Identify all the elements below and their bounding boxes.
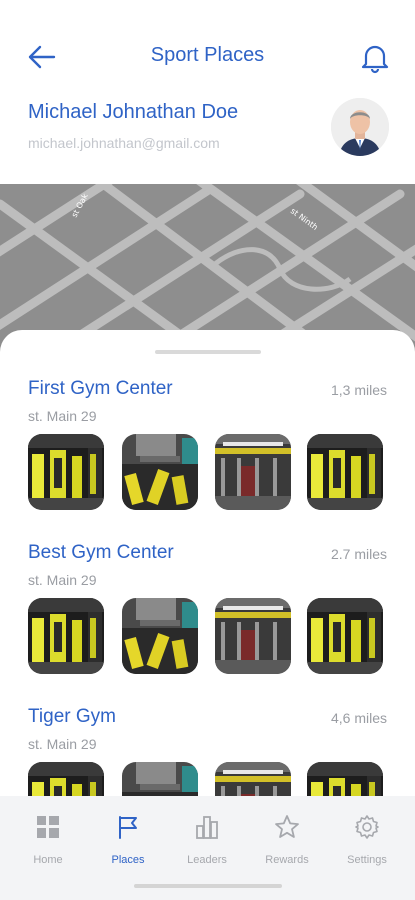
gym-photo[interactable] (122, 434, 198, 510)
tab-label: Places (111, 854, 145, 866)
star-icon (275, 815, 299, 838)
tab-settings[interactable]: Settings (327, 814, 407, 874)
gym-photo[interactable] (307, 598, 383, 674)
map-view[interactable]: st Oak st Ninth (0, 184, 415, 354)
tab-label: Settings (347, 854, 387, 866)
tab-label: Rewards (265, 854, 309, 866)
sheet-drag-handle[interactable] (155, 350, 261, 354)
place-distance: 1,3 miles (330, 382, 387, 398)
user-email: michael.johnathan@gmail.com (28, 135, 220, 151)
tab-rewards[interactable]: Rewards (247, 814, 327, 874)
gym-photo[interactable] (215, 598, 291, 674)
place-name[interactable]: Best Gym Center (28, 542, 174, 564)
tab-places[interactable]: Places (88, 814, 168, 874)
gym-photo[interactable] (215, 434, 291, 510)
place-name[interactable]: Tiger Gym (28, 706, 116, 728)
bell-icon[interactable] (360, 42, 390, 74)
tab-label: Home (33, 854, 63, 866)
place-card[interactable]: First Gym Center 1,3 miles st. Main 29 (0, 378, 415, 543)
gym-photo[interactable] (307, 434, 383, 510)
page-title: Sport Places (150, 44, 265, 66)
place-address: st. Main 29 (28, 572, 97, 588)
gym-photo[interactable] (28, 598, 104, 674)
place-card[interactable]: Best Gym Center 2.7 miles st. Main 29 (0, 542, 415, 707)
place-name[interactable]: First Gym Center (28, 378, 173, 400)
place-photo-gallery (28, 598, 387, 674)
place-distance: 2.7 miles (330, 546, 387, 562)
home-indicator (134, 884, 282, 888)
flag-icon (119, 816, 137, 839)
place-distance: 4,6 miles (330, 710, 387, 726)
user-name: Michael Johnathan Doe (28, 101, 239, 123)
app-header: Sport Places Michael Johnathan Doe micha… (0, 0, 415, 184)
grid-icon (37, 816, 59, 838)
tab-home[interactable]: Home (8, 814, 88, 874)
gym-photo[interactable] (122, 598, 198, 674)
tab-leaders[interactable]: Leaders (167, 814, 247, 874)
gear-icon (355, 815, 379, 839)
gym-photo[interactable] (28, 434, 104, 510)
bar-chart-icon (196, 816, 218, 839)
place-photo-gallery (28, 434, 387, 510)
place-address: st. Main 29 (28, 408, 97, 424)
place-address: st. Main 29 (28, 736, 97, 752)
tab-label: Leaders (187, 854, 227, 866)
user-avatar[interactable] (331, 98, 389, 156)
